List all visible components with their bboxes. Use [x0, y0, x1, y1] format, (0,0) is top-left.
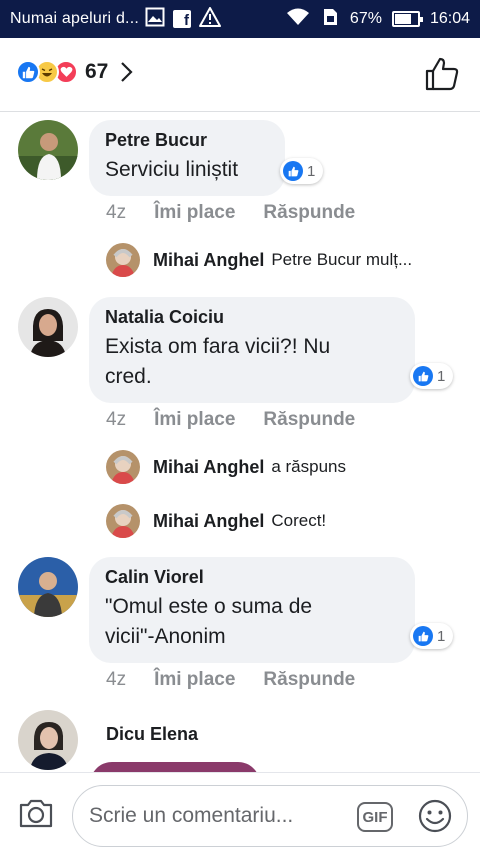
emoji-icon[interactable]: [417, 798, 453, 834]
comment-composer: Scrie un comentariu... GIF: [0, 772, 480, 854]
comment-actions: 4z Îmi place Răspunde: [106, 669, 355, 691]
carrier-label: Numai apeluri d...: [10, 10, 139, 27]
comment-input[interactable]: Scrie un comentariu... GIF: [72, 785, 468, 847]
reply-text: Petre Bucur mulț...: [271, 250, 413, 269]
comment-text: "Omul este o suma de vicii"-Anonim: [105, 595, 313, 648]
wifi-icon: [286, 7, 310, 32]
like-icon: [413, 626, 433, 646]
avatar[interactable]: [18, 557, 78, 617]
comment-text: Serviciu liniștit: [105, 158, 239, 181]
reaction-badge-count: 1: [307, 162, 316, 180]
gif-button[interactable]: GIF: [357, 802, 393, 832]
reply-text: Corect!: [271, 511, 327, 530]
reaction-count: 67: [85, 60, 109, 83]
comment-time: 4z: [106, 669, 127, 690]
avatar[interactable]: [18, 297, 78, 357]
image-icon: [145, 7, 165, 32]
reaction-badge[interactable]: 1: [280, 158, 324, 184]
avatar[interactable]: [18, 710, 78, 770]
warning-icon: [199, 6, 221, 32]
avatar[interactable]: [106, 504, 140, 538]
facebook-icon: f: [173, 10, 191, 28]
like-comment-button[interactable]: Îmi place: [154, 409, 235, 431]
comment-time: 4z: [106, 202, 127, 223]
comment-author[interactable]: Dicu Elena: [106, 724, 198, 745]
comment-time: 4z: [106, 409, 127, 430]
comment-image[interactable]: [90, 762, 260, 772]
comment-actions: 4z Îmi place Răspunde: [106, 409, 355, 431]
like-icon: [16, 60, 40, 84]
battery-icon: [391, 11, 423, 27]
reactions-header: 67: [0, 38, 480, 112]
like-comment-button[interactable]: Îmi place: [154, 669, 235, 691]
comment-text: Exista om fara vicii?! Nu cred.: [105, 335, 331, 388]
reply-author[interactable]: Mihai Anghel: [153, 511, 264, 532]
comment-actions: 4z Îmi place Răspunde: [106, 202, 355, 224]
reply-item[interactable]: Mihai Anghel Petre Bucur mulț...: [106, 243, 412, 277]
reaction-badge[interactable]: 1: [410, 363, 454, 389]
reply-button[interactable]: Răspunde: [263, 409, 355, 431]
comment-author[interactable]: Calin Viorel: [105, 567, 399, 588]
reply-text: a răspuns: [271, 457, 347, 476]
reply-author[interactable]: Mihai Anghel: [153, 457, 264, 478]
comment-author[interactable]: Petre Bucur: [105, 130, 269, 151]
reply-author[interactable]: Mihai Anghel: [153, 250, 264, 271]
chevron-right-icon[interactable]: [120, 61, 134, 83]
like-icon: [283, 161, 303, 181]
clock: 16:04: [429, 10, 470, 27]
status-bar: Numai apeluri d... f 67% 16:04: [0, 0, 480, 38]
like-comment-button[interactable]: Îmi place: [154, 202, 235, 224]
reaction-badge[interactable]: 1: [410, 623, 454, 649]
comment-author[interactable]: Natalia Coiciu: [105, 307, 399, 328]
comment-bubble[interactable]: Calin Viorel "Omul este o suma de vicii"-…: [89, 557, 415, 663]
reply-button[interactable]: Răspunde: [263, 202, 355, 224]
reply-button[interactable]: Răspunde: [263, 669, 355, 691]
comment-bubble[interactable]: Natalia Coiciu Exista om fara vicii?! Nu…: [89, 297, 415, 403]
reaction-badge-count: 1: [437, 627, 446, 645]
comment-input-placeholder: Scrie un comentariu...: [89, 804, 294, 827]
comments-list: Petre Bucur Serviciu liniștit 1 4z Îmi p…: [0, 112, 480, 772]
reply-item[interactable]: Mihai Anghel a răspuns: [106, 450, 346, 484]
sim-icon: [320, 7, 340, 32]
reactions-summary[interactable]: 67: [16, 60, 134, 84]
like-icon: [413, 366, 433, 386]
battery-percent: 67%: [349, 10, 382, 27]
avatar[interactable]: [106, 450, 140, 484]
reaction-badge-count: 1: [437, 367, 446, 385]
avatar[interactable]: [106, 243, 140, 277]
comment-bubble[interactable]: Petre Bucur Serviciu liniștit: [89, 120, 285, 196]
avatar[interactable]: [18, 120, 78, 180]
reply-item[interactable]: Mihai Anghel Corect!: [106, 504, 326, 538]
like-button-icon[interactable]: [424, 56, 460, 92]
camera-icon[interactable]: [18, 795, 54, 831]
